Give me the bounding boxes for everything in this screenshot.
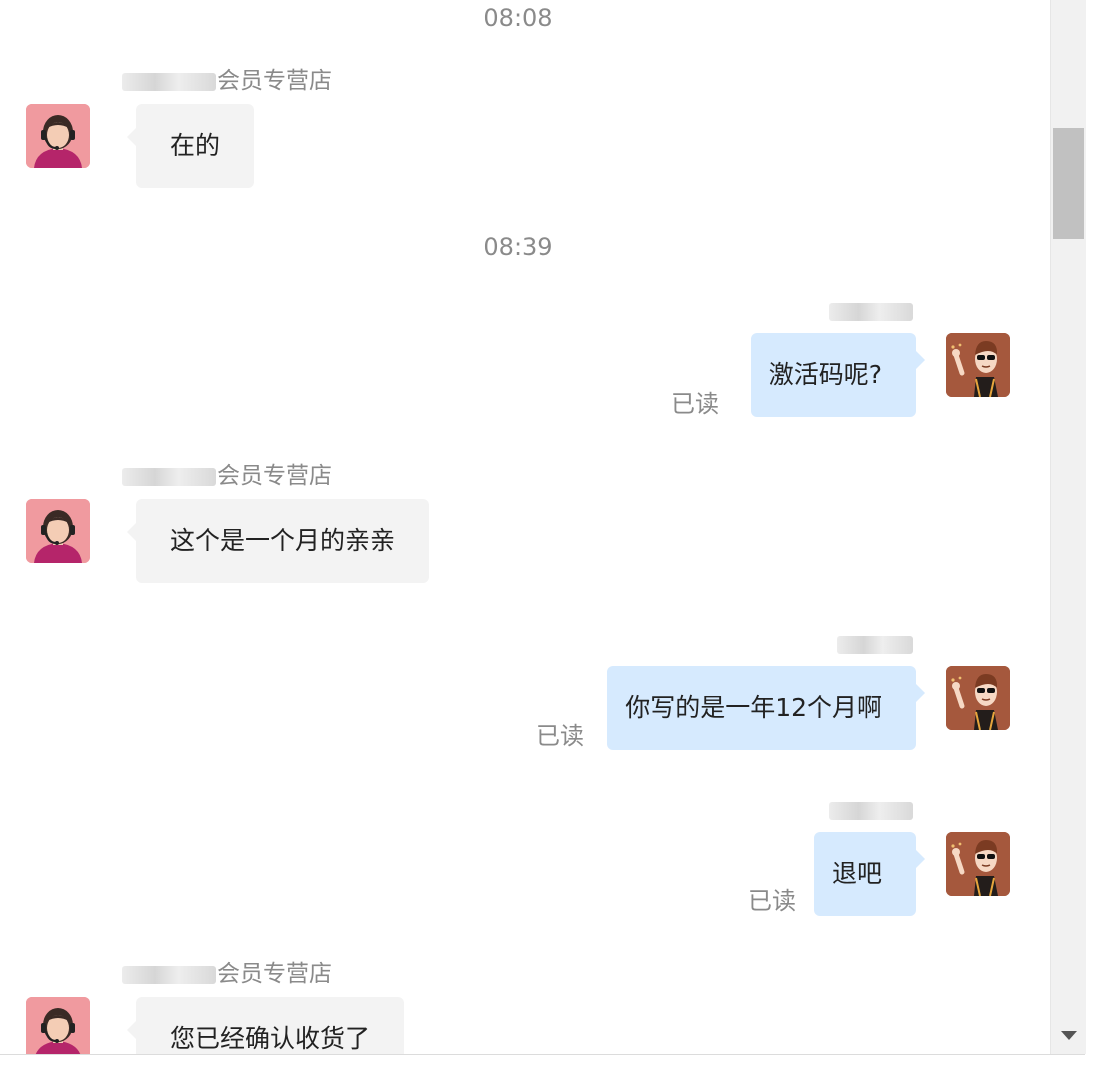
scrollbar-thumb[interactable] <box>1053 128 1084 239</box>
cartoon-man-sunglasses-icon <box>946 333 1010 397</box>
chat-message-list[interactable]: 08:08 会员专营店 在的 08:39 激活码呢? 已读 会员专营店 这个是一… <box>0 0 1050 1054</box>
sender-name: 会员专营店 <box>122 462 332 490</box>
triangle-down-icon[interactable] <box>1061 1031 1077 1040</box>
user-avatar[interactable] <box>946 832 1010 896</box>
user-avatar[interactable] <box>946 666 1010 730</box>
redacted-text <box>122 467 216 486</box>
vertical-scrollbar[interactable] <box>1050 0 1086 1054</box>
redacted-text <box>837 635 913 654</box>
read-status: 已读 <box>671 390 719 418</box>
message-bubble: 退吧 <box>813 832 926 916</box>
sender-name <box>829 796 914 824</box>
sender-name <box>837 630 914 658</box>
message-bubble: 你写的是一年12个月啊 <box>607 666 925 750</box>
cartoon-man-sunglasses-icon <box>946 832 1010 896</box>
message-bubble: 激活码呢? <box>750 333 926 417</box>
sender-name-suffix: 会员专营店 <box>217 68 332 94</box>
redacted-text <box>122 72 216 91</box>
sender-name: 会员专营店 <box>122 67 332 95</box>
user-avatar[interactable] <box>946 333 1010 397</box>
sender-name-suffix: 会员专营店 <box>217 463 332 489</box>
divider <box>0 1054 1085 1055</box>
agent-avatar[interactable] <box>26 499 90 563</box>
sender-name <box>829 297 914 325</box>
read-status: 已读 <box>536 722 584 750</box>
message-bubble: 这个是一个月的亲亲 <box>126 499 430 583</box>
redacted-text <box>122 965 216 984</box>
redacted-text <box>829 801 913 820</box>
message-bubble: 在的 <box>126 104 255 188</box>
customer-service-headset-icon <box>26 104 90 168</box>
timestamp: 08:39 <box>483 233 553 261</box>
sender-name-suffix: 会员专营店 <box>217 961 332 987</box>
read-status: 已读 <box>748 887 796 915</box>
timestamp: 08:08 <box>483 4 553 32</box>
message-bubble: 您已经确认收货了 <box>126 997 405 1054</box>
cartoon-man-sunglasses-icon <box>946 666 1010 730</box>
customer-service-headset-icon <box>26 499 90 563</box>
agent-avatar[interactable] <box>26 997 90 1054</box>
customer-service-headset-icon <box>26 997 90 1054</box>
redacted-text <box>829 302 913 321</box>
agent-avatar[interactable] <box>26 104 90 168</box>
sender-name: 会员专营店 <box>122 960 332 988</box>
